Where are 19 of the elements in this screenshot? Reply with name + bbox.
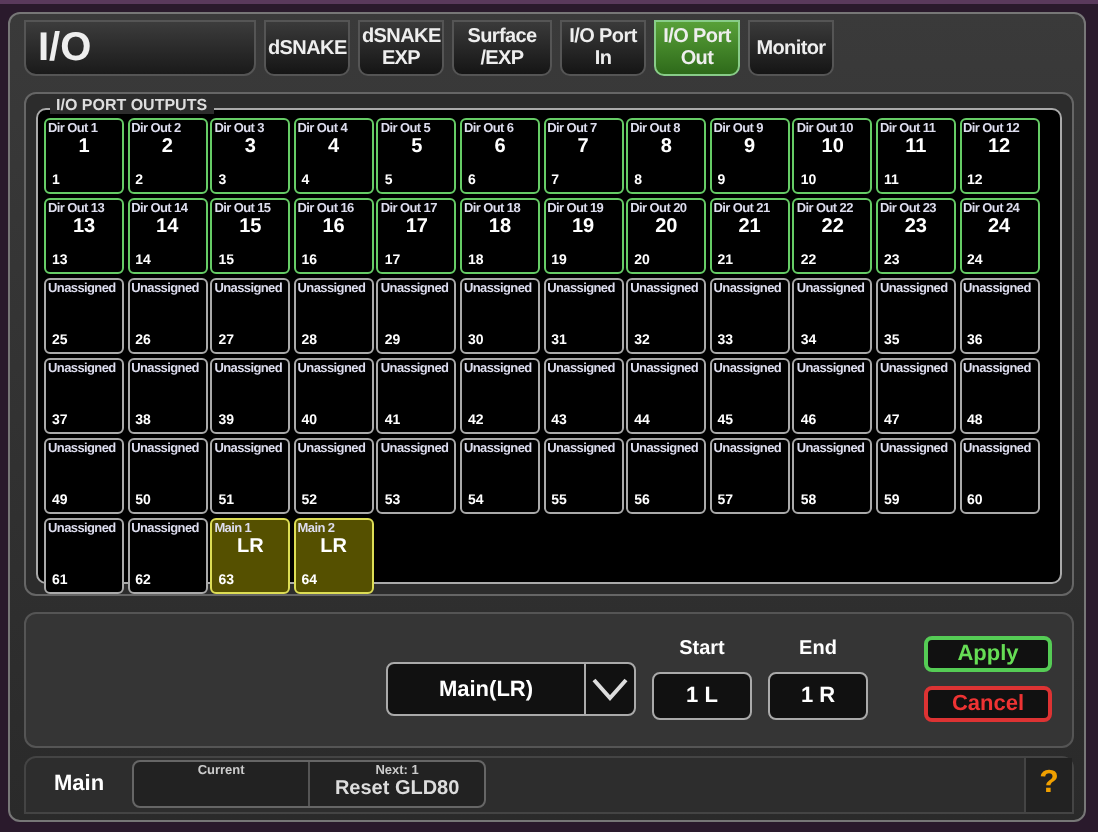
start-field[interactable]: 1 L [652,672,752,721]
next-scene: Reset GLD80 [334,778,460,801]
group-title: I/O PORT OUTPUTS [50,96,214,114]
tab[interactable]: I/O Port Out [654,20,740,76]
end-label: End [799,638,837,661]
apply-button[interactable]: Apply [924,636,1052,673]
end-field[interactable]: 1 R [768,672,868,721]
tab[interactable]: dSNAKE EXP [358,20,444,76]
chevron-down-icon [592,677,628,702]
start-label: Start [679,638,725,661]
source-dropdown[interactable]: Main(LR) [386,662,636,717]
help-button[interactable]: ? [1024,757,1072,812]
mode-label: Main [54,772,105,797]
tab[interactable]: I/O Port In [560,20,646,76]
tab[interactable]: Surface /EXP [452,20,552,76]
cancel-button[interactable]: Cancel [924,686,1052,723]
tab[interactable]: dSNAKE [264,20,350,76]
tab[interactable]: Monitor [748,20,834,76]
window-title: I/O [24,20,256,76]
